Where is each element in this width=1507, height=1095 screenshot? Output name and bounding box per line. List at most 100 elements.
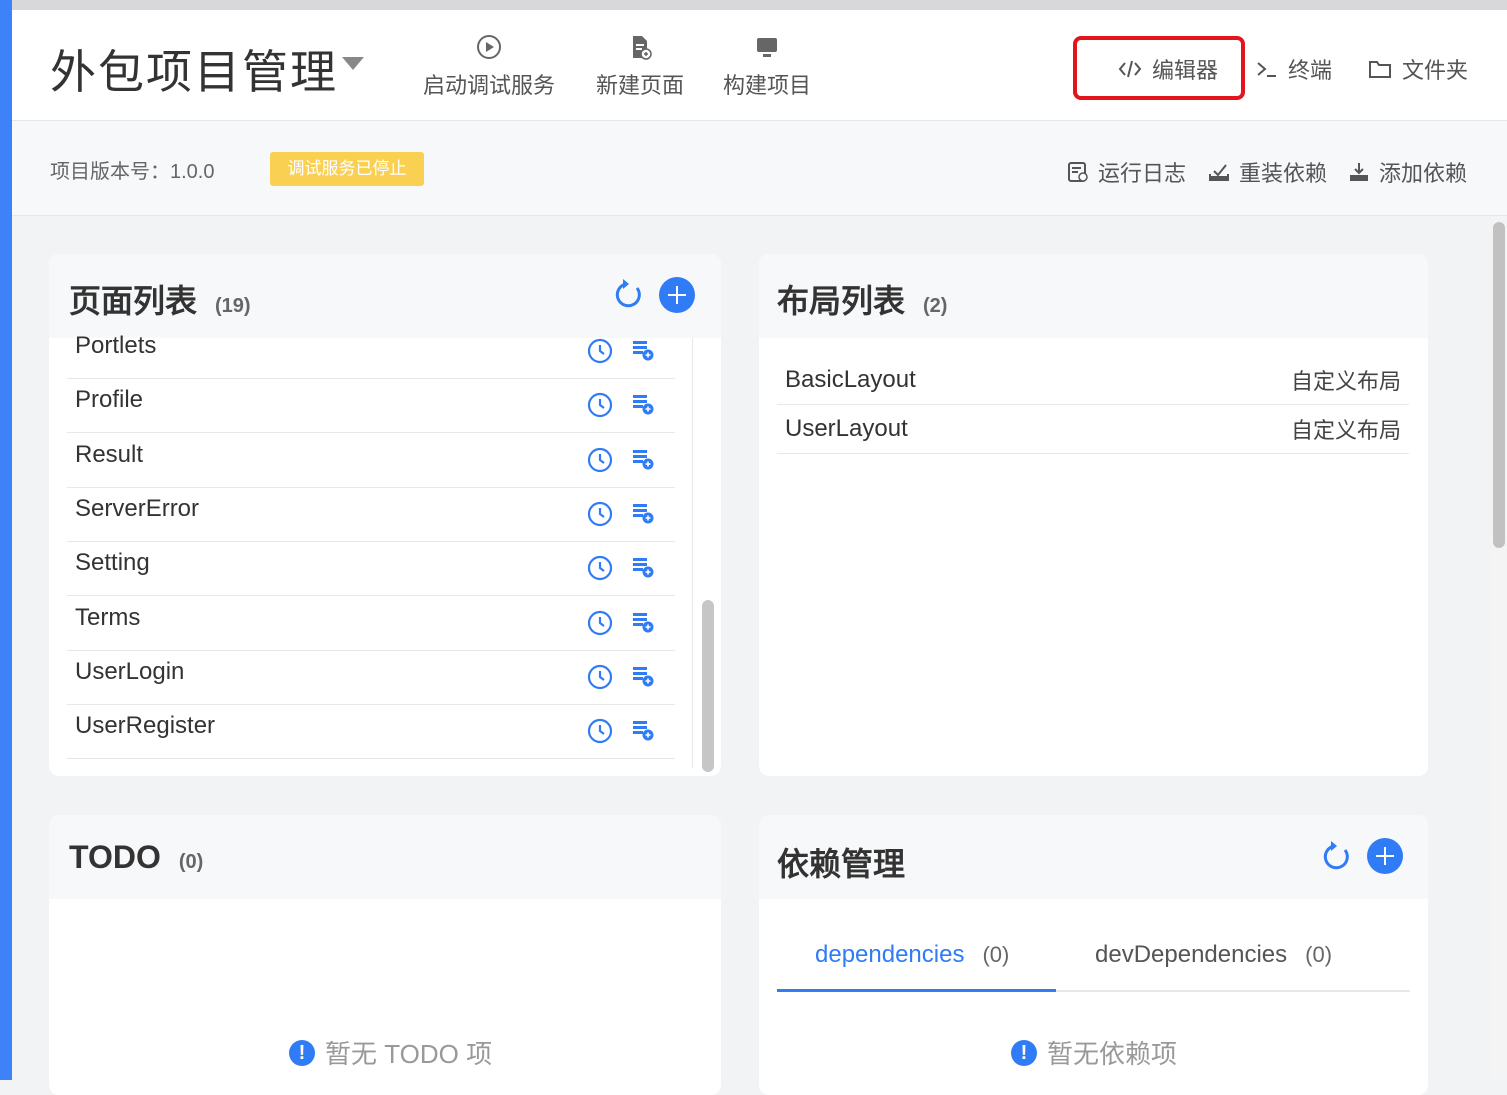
page-row[interactable]: Portlets bbox=[67, 324, 675, 379]
add-block-icon[interactable] bbox=[631, 664, 655, 693]
project-version: 项目版本号：1.0.0 bbox=[50, 155, 214, 184]
add-block-icon[interactable] bbox=[631, 610, 655, 639]
layout-list-title-text: 布局列表 bbox=[777, 283, 906, 319]
new-page-label: 新建页面 bbox=[596, 73, 685, 98]
history-clock-icon[interactable] bbox=[587, 447, 613, 478]
page-list-count: (19) bbox=[215, 295, 251, 317]
project-switch-caret-icon[interactable] bbox=[342, 57, 364, 70]
history-clock-icon[interactable] bbox=[587, 555, 613, 586]
todo-empty-message: ! 暂无 TODO 项 bbox=[289, 1034, 492, 1071]
add-block-icon[interactable] bbox=[631, 392, 655, 421]
page-name: Portlets bbox=[75, 332, 157, 359]
tab-dev-dependencies[interactable]: devDependencies (0) bbox=[1095, 941, 1332, 969]
todo-empty-text: 暂无 TODO 项 bbox=[325, 1039, 493, 1069]
todo-header: TODO (0) bbox=[49, 815, 721, 899]
page-row[interactable]: UserRegister bbox=[67, 704, 675, 760]
folder-label: 文件夹 bbox=[1402, 58, 1469, 83]
layout-list-header: 布局列表 (2) bbox=[759, 254, 1428, 338]
add-dependency-button[interactable] bbox=[1367, 838, 1403, 874]
refresh-icon[interactable] bbox=[611, 278, 645, 312]
page-name: Result bbox=[75, 440, 144, 468]
page-row[interactable]: ServerError bbox=[67, 487, 675, 542]
info-icon: ! bbox=[1011, 1039, 1037, 1066]
tab-dev-dependencies-count: (0) bbox=[1305, 942, 1333, 967]
add-block-icon[interactable] bbox=[631, 501, 655, 530]
history-clock-icon[interactable] bbox=[587, 338, 613, 369]
refresh-icon[interactable] bbox=[1319, 840, 1353, 874]
run-log-button[interactable]: 运行日志 bbox=[1066, 156, 1186, 188]
page-name: ServerError bbox=[75, 494, 200, 522]
add-deps-label: 添加依赖 bbox=[1379, 161, 1468, 186]
layout-name: BasicLayout bbox=[785, 366, 916, 393]
todo-count: (0) bbox=[178, 851, 204, 873]
page-name: Profile bbox=[75, 386, 144, 414]
info-icon: ! bbox=[289, 1039, 315, 1066]
add-page-button[interactable] bbox=[659, 277, 695, 313]
tab-dependencies[interactable]: dependencies (0) bbox=[815, 941, 1009, 969]
editor-highlight-box bbox=[1073, 36, 1245, 100]
folder-icon bbox=[1369, 61, 1391, 78]
add-block-icon[interactable] bbox=[631, 718, 655, 747]
layout-row[interactable]: BasicLayout 自定义布局 bbox=[777, 356, 1409, 405]
active-tab-indicator bbox=[777, 989, 1056, 992]
page-name: Terms bbox=[75, 603, 141, 631]
folder-button[interactable]: 文件夹 bbox=[1368, 53, 1468, 85]
history-clock-icon[interactable] bbox=[587, 392, 613, 423]
history-clock-icon[interactable] bbox=[587, 610, 613, 641]
page-row[interactable]: Setting bbox=[67, 541, 675, 597]
terminal-label: 终端 bbox=[1288, 58, 1333, 83]
dependency-empty-text: 暂无依赖项 bbox=[1047, 1039, 1178, 1069]
download-icon bbox=[1350, 163, 1368, 181]
history-clock-icon[interactable] bbox=[587, 501, 613, 532]
add-block-icon[interactable] bbox=[631, 555, 655, 584]
log-icon bbox=[1068, 162, 1088, 182]
project-header: 外包项目管理 启动调试服务 新建页面 构建项目 编辑器 终端 文件夹 bbox=[12, 10, 1507, 121]
page-list-card: 页面列表 (19) Portlets Profile Result ServerErro… bbox=[49, 254, 721, 776]
layout-row[interactable]: UserLayout 自定义布局 bbox=[777, 405, 1409, 454]
build-project-label: 构建项目 bbox=[723, 73, 812, 98]
terminal-icon bbox=[1257, 62, 1276, 77]
new-page-button[interactable]: 新建页面 bbox=[596, 34, 684, 100]
dependency-empty-message: ! 暂无依赖项 bbox=[1011, 1034, 1177, 1071]
terminal-button[interactable]: 终端 bbox=[1256, 53, 1332, 85]
page-list-scrollbar-thumb[interactable] bbox=[702, 600, 714, 772]
add-deps-button[interactable]: 添加依赖 bbox=[1347, 156, 1467, 188]
page-name: UserRegister bbox=[75, 712, 216, 740]
add-block-icon[interactable] bbox=[631, 338, 655, 367]
page-row[interactable]: Result bbox=[67, 433, 675, 488]
start-debug-label: 启动调试服务 bbox=[423, 73, 556, 98]
version-value: 1.0.0 bbox=[170, 161, 215, 183]
page-name: Setting bbox=[75, 549, 150, 577]
page-list-title-text: 页面列表 bbox=[69, 283, 198, 319]
reinstall-label: 重装依赖 bbox=[1239, 161, 1328, 186]
monitor-icon bbox=[757, 38, 777, 57]
layout-list-card: 布局列表 (2) BasicLayout 自定义布局 UserLayout 自定义… bbox=[759, 254, 1428, 776]
reinstall-deps-button[interactable]: 重装依赖 bbox=[1207, 156, 1327, 188]
page-list-scroll-track bbox=[692, 338, 693, 768]
page-scrollbar-thumb[interactable] bbox=[1493, 222, 1505, 548]
page-list-title: 页面列表 (19) bbox=[69, 276, 251, 322]
dependency-card: 依赖管理 dependencies (0) devDependencies (0) … bbox=[759, 815, 1428, 1095]
status-badge: 调试服务已停止 bbox=[270, 152, 424, 186]
layout-type: 自定义布局 bbox=[1290, 418, 1401, 443]
version-label: 项目版本号： bbox=[50, 161, 170, 183]
todo-title-text: TODO bbox=[69, 839, 161, 875]
layout-list-count: (2) bbox=[923, 295, 948, 317]
build-project-button[interactable]: 构建项目 bbox=[723, 34, 811, 100]
history-clock-icon[interactable] bbox=[587, 718, 613, 749]
page-row[interactable]: Profile bbox=[67, 378, 675, 434]
tab-dev-dependencies-label: devDependencies bbox=[1095, 941, 1288, 968]
start-debug-button[interactable]: 启动调试服务 bbox=[423, 34, 555, 100]
add-block-icon[interactable] bbox=[631, 447, 655, 476]
layout-type: 自定义布局 bbox=[1290, 369, 1401, 394]
layout-name: UserLayout bbox=[785, 415, 908, 442]
page-row[interactable]: Terms bbox=[67, 596, 675, 651]
project-info-bar: 项目版本号：1.0.0 调试服务已停止 运行日志 重装依赖 添加依赖 bbox=[12, 121, 1507, 216]
dependency-header: 依赖管理 bbox=[759, 815, 1428, 899]
dependency-title: 依赖管理 bbox=[777, 846, 906, 882]
history-clock-icon[interactable] bbox=[587, 664, 613, 695]
tab-dependencies-count: (0) bbox=[982, 942, 1010, 967]
left-accent-bar bbox=[0, 0, 12, 1080]
page-row[interactable]: UserLogin bbox=[67, 650, 675, 705]
todo-card: TODO (0) ! 暂无 TODO 项 bbox=[49, 815, 721, 1095]
